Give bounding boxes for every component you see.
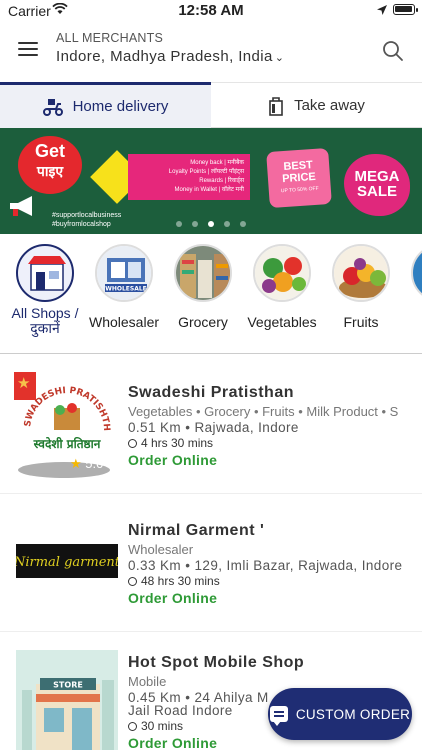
- shopping-bag-icon: [269, 96, 283, 116]
- fruits-thumbnail: [332, 244, 390, 302]
- delivery-mode-tabs: Home delivery Take away: [0, 82, 422, 128]
- banner-mega-sale-tag: MEGA SALE: [336, 148, 410, 216]
- banner-offer-line: Money back | मनीबैक: [190, 160, 244, 166]
- all-shops-storefront-icon: [16, 244, 74, 302]
- banner-hashtag: #buyfromlocalshop: [52, 221, 111, 228]
- location-arrow-icon: [377, 5, 387, 15]
- search-icon[interactable]: [382, 40, 404, 62]
- category-partial-thumbnail: [411, 244, 422, 302]
- banner-offer-line: Loyalty Points | लॉयल्टी पॉइंट्स: [168, 169, 244, 175]
- battery-icon: [393, 4, 418, 15]
- banner-offer-line: Money in Wallet | वॉलेट मनी: [174, 187, 244, 193]
- category-all-shops-label: All Shops / दुकानें: [11, 305, 79, 336]
- order-online-link[interactable]: Order Online: [128, 452, 418, 468]
- category-strip: All Shops / दुकानें WHOLESALE Wholesaler: [0, 236, 422, 354]
- tab-home-delivery-label: Home delivery: [72, 98, 169, 115]
- location-selector[interactable]: Indore, Madhya Pradesh, India ⌄: [56, 48, 284, 65]
- category-wholesaler[interactable]: WHOLESALE Wholesaler: [84, 244, 164, 330]
- shop-rating-value: 5.0: [85, 456, 104, 471]
- shop-categories: Mobile: [128, 674, 167, 689]
- status-bar: Carrier 12:58 AM: [0, 0, 422, 22]
- delivery-scooter-icon: [42, 98, 63, 116]
- tab-take-away[interactable]: Take away: [211, 82, 422, 128]
- shop-eta: 4 hrs 30 mins: [128, 436, 418, 450]
- shop-eta-text: 48 hrs 30 mins: [141, 574, 220, 588]
- shop-name[interactable]: Nirmal Garment ': [128, 522, 418, 540]
- banner-get-title: Get: [34, 141, 65, 161]
- store-sign-text: STORE: [53, 681, 83, 690]
- banner-best-price-text: BEST PRICE: [281, 159, 317, 186]
- banner-hashtag: #supportlocalbusiness: [52, 212, 122, 219]
- shop-name[interactable]: Swadeshi Pratisthan: [128, 384, 418, 402]
- banner-get-subtitle: पाइए: [36, 163, 64, 179]
- banner-get-bubble: Get पाइए: [18, 136, 82, 194]
- category-fruits-label: Fruits: [343, 314, 379, 330]
- tab-take-away-label: Take away: [294, 97, 365, 114]
- banner-dot[interactable]: [240, 221, 246, 227]
- shop-eta-text: 30 mins: [141, 719, 184, 733]
- tab-home-delivery[interactable]: Home delivery: [0, 82, 211, 128]
- hamburger-menu-icon[interactable]: [18, 42, 38, 56]
- megaphone-icon: [10, 196, 32, 216]
- nirmal-garment-logo: Nirmal garment: [16, 544, 118, 578]
- order-online-link[interactable]: Order Online: [128, 590, 418, 606]
- rating-star-icon: ★: [70, 456, 82, 471]
- svg-text:WHOLESALE: WHOLESALE: [105, 286, 147, 293]
- shop-eta-text: 4 hrs 30 mins: [141, 436, 214, 450]
- shop-distance-address: 0.51 Km • Rajwada, Indore: [128, 420, 299, 435]
- category-grocery[interactable]: Grocery: [163, 244, 243, 330]
- category-fruits[interactable]: Fruits: [321, 244, 401, 330]
- featured-star-badge-icon: [14, 372, 36, 400]
- category-wholesaler-label: Wholesaler: [88, 314, 160, 330]
- message-icon: [269, 706, 288, 726]
- shop-rating: ★ 5.0: [70, 456, 103, 472]
- banner-best-price-note: UP TO 50% OFF: [280, 185, 319, 195]
- merchant-scope-label: ALL MERCHANTS: [56, 31, 164, 45]
- wholesaler-thumbnail: WHOLESALE: [95, 244, 153, 302]
- banner-dot[interactable]: [224, 221, 230, 227]
- shop-info: Swadeshi Pratisthan Vegetables • Grocery…: [128, 384, 418, 468]
- svg-text:स्वदेशी प्रतिष्ठान: स्वदेशी प्रतिष्ठान: [33, 437, 102, 451]
- category-partial[interactable]: P: [400, 244, 422, 346]
- vegetables-thumbnail: [253, 244, 311, 302]
- hot-spot-store-illustration: STORE: [16, 650, 118, 750]
- shop-eta: 48 hrs 30 mins: [128, 574, 418, 588]
- banner-dot[interactable]: [192, 221, 198, 227]
- promo-banner[interactable]: Get पाइए Money back | मनीबैक Loyalty Poi…: [0, 128, 422, 234]
- shop-list-item[interactable]: SWADESHI PRATISHTHAN स्वदेशी प्रतिष्ठान …: [0, 356, 422, 494]
- banner-offer-line: Rewards | रिवार्ड्स: [199, 178, 244, 184]
- clock: 12:58 AM: [178, 2, 244, 19]
- chevron-down-icon: ⌄: [274, 52, 285, 64]
- app-header: ALL MERCHANTS Indore, Madhya Pradesh, In…: [0, 22, 422, 82]
- shop-categories: Wholesaler: [128, 542, 194, 557]
- category-vegetables-label: Vegetables: [247, 314, 317, 330]
- banner-hashtags: #supportlocalbusiness #buyfromlocalshop: [52, 211, 121, 229]
- shop-info: Nirmal Garment ' Wholesaler 0.33 Km • 12…: [128, 522, 418, 606]
- location-text: Indore, Madhya Pradesh, India: [56, 48, 273, 65]
- custom-order-button[interactable]: CUSTOM ORDER: [268, 688, 412, 740]
- clock-icon: [128, 722, 137, 731]
- banner-offers-box: Money back | मनीबैक Loyalty Points | लॉय…: [128, 154, 250, 200]
- banner-pagination-dots[interactable]: [176, 214, 256, 232]
- shop-categories: Vegetables • Grocery • Fruits • Milk Pro…: [128, 404, 399, 419]
- category-partial-label: P: [400, 330, 422, 346]
- category-grocery-label: Grocery: [178, 314, 228, 330]
- banner-dot[interactable]: [176, 221, 182, 227]
- category-vegetables[interactable]: Vegetables: [242, 244, 322, 330]
- banner-best-price-tag: BEST PRICE UP TO 50% OFF: [266, 147, 332, 209]
- banner-dot-active[interactable]: [208, 221, 214, 227]
- shop-name[interactable]: Hot Spot Mobile Shop: [128, 654, 418, 672]
- clock-icon: [128, 439, 137, 448]
- custom-order-label: CUSTOM ORDER: [295, 706, 411, 722]
- nirmal-logo-text: Nirmal garment: [16, 555, 118, 570]
- shop-list-item[interactable]: Nirmal garment Nirmal Garment ' Wholesal…: [0, 494, 422, 632]
- shop-distance-address: 0.33 Km • 129, Imli Bazar, Rajwada, Indo…: [128, 558, 403, 573]
- clock-icon: [128, 577, 137, 586]
- category-all-shops[interactable]: All Shops / दुकानें: [5, 244, 85, 336]
- grocery-thumbnail: [174, 244, 232, 302]
